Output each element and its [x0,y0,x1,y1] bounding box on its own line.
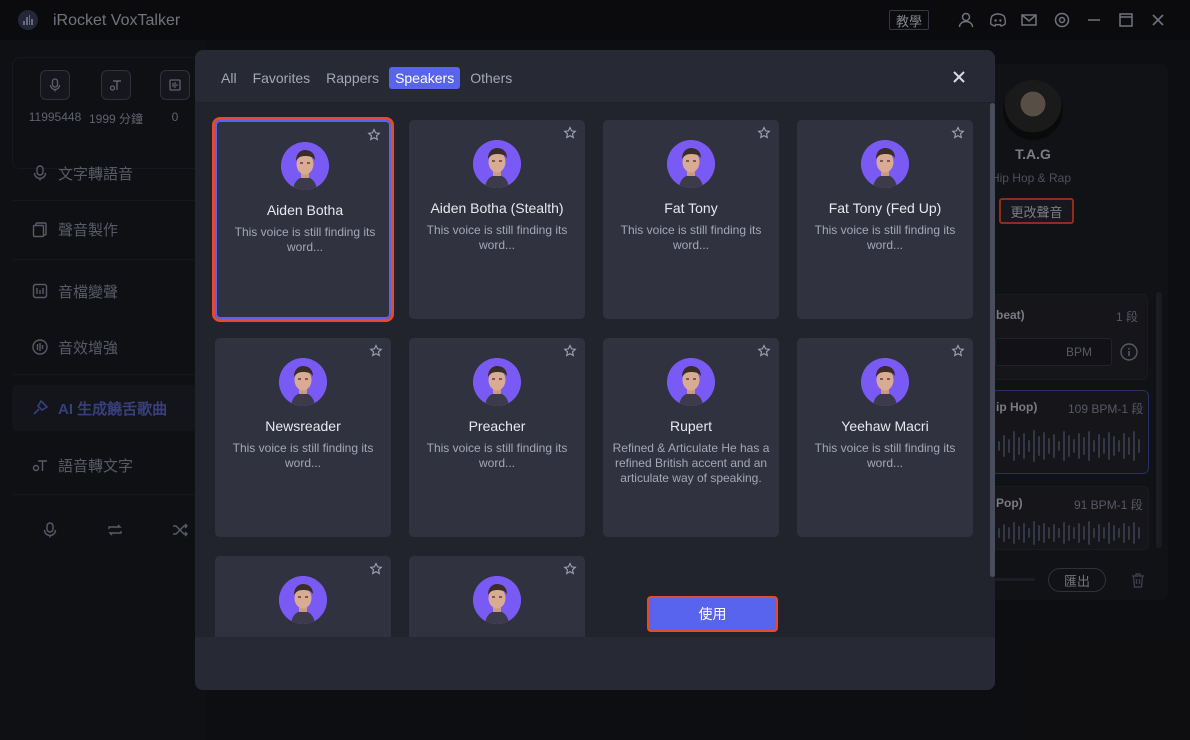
voice-card[interactable]: Preacher This voice is still finding its … [409,338,585,537]
voice-avatar [861,358,909,406]
voice-grid: Aiden Botha This voice is still finding i… [195,103,995,637]
voice-avatar [281,142,329,190]
voice-card[interactable]: Fat Tony (Fed Up) This voice is still fin… [797,120,973,319]
voice-description: This voice is still finding its word... [426,441,568,470]
voice-description: This voice is still finding its word... [426,223,568,252]
voice-description: This voice is still finding its word... [620,223,762,252]
modal-footer [195,637,995,690]
voice-description: This voice is still finding its word... [814,441,956,470]
voice-name: Newsreader [265,418,341,434]
voice-description: This voice is still finding its word... [234,225,376,254]
voice-picker-modal: All Favorites Rappers Speakers Others Ai… [195,50,995,690]
voice-card[interactable]: Fat Tony This voice is still finding its … [603,120,779,319]
voice-name: Fat Tony [664,200,718,216]
voice-avatar [667,358,715,406]
voice-name: Yeehaw Macri [841,418,929,434]
voice-card[interactable]: Aiden Botha (Stealth) This voice is still… [409,120,585,319]
voice-card[interactable]: Newsreader This voice is still finding it… [215,338,391,537]
voice-description: This voice is still finding its word... [232,441,374,470]
voice-name: Fat Tony (Fed Up) [828,200,942,216]
favorite-star-icon[interactable] [951,126,965,140]
voice-avatar [473,358,521,406]
favorite-star-icon[interactable] [563,562,577,576]
tab-speakers[interactable]: Speakers [389,67,461,89]
voice-card[interactable] [409,556,585,637]
use-voice-button[interactable]: 使用 [647,596,778,632]
favorite-star-icon[interactable] [369,344,383,358]
voice-card[interactable]: Aiden Botha This voice is still finding i… [212,117,394,322]
voice-avatar [279,576,327,624]
voice-card[interactable] [215,556,391,637]
voice-name: Rupert [669,418,713,434]
voice-description: This voice is still finding its word... [814,223,956,252]
favorite-star-icon[interactable] [757,344,771,358]
favorite-star-icon[interactable] [367,128,381,142]
favorite-star-icon[interactable] [563,126,577,140]
voice-avatar [473,140,521,188]
tab-all[interactable]: All [215,67,243,89]
voice-name: Aiden Botha (Stealth) [430,200,564,216]
voice-category-tabs: All Favorites Rappers Speakers Others [215,67,518,89]
voice-avatar [861,140,909,188]
tab-rappers[interactable]: Rappers [320,67,385,89]
favorite-star-icon[interactable] [369,562,383,576]
voice-name: Preacher [468,418,526,434]
tab-favorites[interactable]: Favorites [247,67,317,89]
voice-avatar [279,358,327,406]
voice-avatar [667,140,715,188]
voice-card[interactable]: Rupert Refined & Articulate He has a refi… [603,338,779,537]
modal-close-icon[interactable] [949,67,969,87]
voice-description: Refined & Articulate He has a refined Br… [612,441,770,485]
favorite-star-icon[interactable] [563,344,577,358]
voice-name: Aiden Botha [266,202,344,218]
favorite-star-icon[interactable] [757,126,771,140]
voice-card[interactable]: Yeehaw Macri This voice is still finding … [797,338,973,537]
tab-others[interactable]: Others [464,67,518,89]
modal-scrollbar[interactable] [990,103,995,577]
voice-avatar [473,576,521,624]
favorite-star-icon[interactable] [951,344,965,358]
